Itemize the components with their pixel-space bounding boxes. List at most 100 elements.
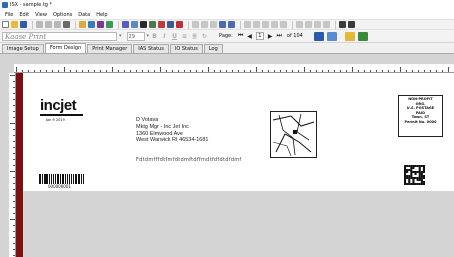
menu-view[interactable]: View [32,12,50,18]
text-align-icon[interactable]: ≣ [191,33,198,40]
snap-icon[interactable] [228,21,235,28]
job-date-text[interactable]: Jan 9 2019 [46,118,65,122]
menu-help[interactable]: Help [93,12,110,18]
postage-indicia[interactable]: NON-PROFIT ORG. U.S. POSTAGE PAID Town, … [398,95,443,137]
ungroup-icon[interactable] [280,21,287,28]
italic-icon[interactable]: I [161,33,168,40]
matrix-cell [412,183,415,185]
page-number-input[interactable]: 1 [255,32,264,40]
size-icon[interactable] [253,21,260,28]
group-icon[interactable] [271,21,278,28]
tab-image-setup[interactable]: Image Setup [2,44,44,53]
matrix-cell [412,165,415,167]
order-icon[interactable] [262,21,269,28]
chevron-down-icon[interactable]: ▾ [147,33,150,39]
run-icon[interactable] [357,31,368,41]
tab-form-design[interactable]: Form Design [44,43,87,53]
matrix-cell [406,165,409,167]
company-logo[interactable]: incjet [40,97,77,114]
barcode-bar [75,174,77,184]
undo-icon[interactable] [97,21,104,28]
matrix-cell [422,171,425,173]
intelligent-mail-barcode[interactable]: Fdtdmfffdtfmfdtdmftdffmdtfdfdtdfdmf [136,157,241,163]
ruler-tick [40,70,41,72]
ruler-tick [106,70,107,72]
menu-file[interactable]: File [2,12,16,18]
last-page-icon[interactable]: ⏭ [276,32,281,40]
copy-icon[interactable] [45,21,52,28]
ruler-tick [436,70,437,72]
font-size-select[interactable]: 29 [126,31,145,41]
ruler-tick [13,93,15,94]
print-icon[interactable] [63,21,70,28]
line-tool-icon[interactable] [140,21,147,28]
zoom-icon[interactable] [305,21,312,28]
print-preview-icon[interactable] [326,31,337,41]
form-canvas[interactable] [23,73,454,191]
menu-data[interactable]: Data [75,12,93,18]
linear-barcode[interactable] [39,174,85,184]
ruler-tick [13,225,15,226]
format-toolbar: Kaase Print ▾ 29 ▾ B I U ≡ ≣ ↻ Page: ⏮ ◀… [0,30,454,43]
help-icon[interactable] [79,21,86,28]
text-tool-icon[interactable] [122,21,129,28]
barcode-bar [81,174,83,184]
tab-io-status[interactable]: IO Status [169,44,203,53]
previous-page-icon[interactable]: ◀ [247,33,252,40]
address-line: Mktg Mgr - Inc Jet Inc [136,123,189,130]
ruler-tick [13,183,15,184]
menu-edit[interactable]: Edit [16,12,32,18]
matrix-cell [408,179,411,181]
font-name-select[interactable]: Kaase Print [2,31,117,41]
strikethrough-icon[interactable]: ≡ [181,33,188,40]
image-tool-icon[interactable] [158,21,165,28]
box-tool-icon[interactable] [149,21,156,28]
2d-matrix-barcode[interactable] [404,165,425,185]
barcode-tool-icon[interactable] [131,21,138,28]
distribute-icon[interactable] [244,21,251,28]
fit-page-icon[interactable] [348,21,355,28]
save-icon[interactable] [20,21,27,28]
matrix-cell [404,167,407,169]
address-block[interactable]: D Votava Mktg Mgr - Inc Jet Inc 1360 Elm… [136,117,208,144]
matrix-cell [416,171,419,173]
next-page-icon[interactable]: ▶ [268,33,273,40]
grid-icon[interactable] [219,21,226,28]
ruler-tick [112,67,113,72]
map-image[interactable] [270,111,317,158]
tab-ias-status[interactable]: IAS Status [133,44,169,53]
first-page-icon[interactable]: ⏮ [238,32,243,40]
underline-icon[interactable]: U [171,33,178,40]
chevron-down-icon[interactable]: ▾ [119,33,122,39]
paste-icon[interactable] [54,21,61,28]
layer-icon[interactable] [323,21,330,28]
new-file-icon[interactable] [2,21,9,28]
fit-width-icon[interactable] [339,21,346,28]
properties-icon[interactable] [314,21,321,28]
ruler-tick [10,171,15,172]
align-right-icon[interactable] [210,21,217,28]
bold-icon[interactable]: B [151,33,158,40]
ruler-tick [382,70,383,72]
delete-icon[interactable] [176,21,183,28]
align-center-icon[interactable] [201,21,208,28]
matrix-cell [420,179,423,181]
address-line: D Votava [136,117,159,123]
barcode-number: 000000001 [48,184,71,189]
align-left-icon[interactable] [192,21,199,28]
matrix-cell [420,171,423,173]
tab-log[interactable]: Log [203,44,223,53]
data-source-icon[interactable] [344,31,355,41]
lock-icon[interactable] [296,21,303,28]
pointer-icon[interactable] [88,21,95,28]
menu-options[interactable]: Options [50,12,75,18]
redo-icon[interactable] [106,21,113,28]
ruler-tick [322,70,323,72]
matrix-cell [410,177,413,179]
open-folder-icon[interactable] [11,21,18,28]
rotate-icon[interactable]: ↻ [201,33,208,40]
cut-icon[interactable] [36,21,43,28]
field-tool-icon[interactable] [167,21,174,28]
preview-icon[interactable] [313,31,324,41]
tab-print-manager[interactable]: Print Manager [87,44,133,53]
